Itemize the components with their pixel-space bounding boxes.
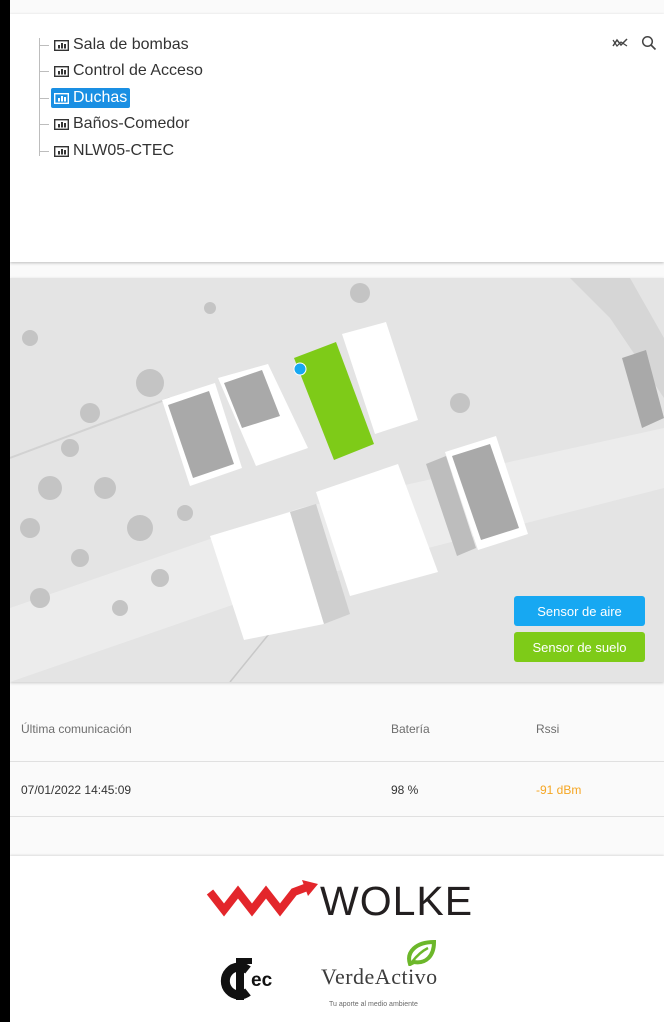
tree-branch [40, 123, 49, 125]
device-icon [54, 118, 69, 130]
wolke-wordmark: WOLKE [320, 878, 474, 924]
tree-item-label: Control de Acceso [73, 62, 203, 79]
device-icon [54, 65, 69, 77]
tree-branch [40, 150, 49, 152]
tree-item-control-de-acceso[interactable]: Control de Acceso [40, 60, 206, 82]
verdeactivo-tagline: Tu aporte al medio ambiente [329, 1001, 418, 1008]
header-rssi: Rssi [536, 722, 560, 736]
tree-node[interactable]: Control de Acceso [51, 61, 206, 81]
tree-item-label: NLW05-CTEC [73, 142, 175, 159]
tree-item-nlw05-ctec[interactable]: NLW05-CTEC [40, 140, 177, 162]
tree-node-selected[interactable]: Duchas [51, 88, 131, 108]
sensor-marker [293, 362, 307, 376]
device-icon [54, 145, 69, 157]
device-icon [54, 39, 69, 51]
device-icon [54, 92, 69, 104]
search-icon[interactable] [640, 34, 658, 52]
device-status-table: Última comunicación Batería Rssi 07/01/2… [10, 690, 664, 848]
footer-logos: WOLKE ec VerdeActivo Tu aporte al medio … [10, 856, 664, 1022]
ctec-wordmark: ec [251, 970, 273, 991]
tree-node[interactable]: Baños-Comedor [51, 114, 193, 134]
tree-branch [40, 44, 49, 46]
tree-item-banos-comedor[interactable]: Baños-Comedor [40, 113, 193, 135]
site-map[interactable]: Sensor de aire Sensor de suelo [10, 278, 664, 682]
sensor-air-button[interactable]: Sensor de aire [514, 596, 645, 626]
tree-branch [40, 97, 49, 99]
verdeactivo-wordmark: VerdeActivo [321, 964, 438, 989]
verdeactivo-leaf-icon [407, 940, 437, 966]
tree-branch [40, 70, 49, 72]
table-row: 07/01/2022 14:45:09 98 % -91 dBm [10, 762, 664, 817]
tree-item-sala-de-bombas[interactable]: Sala de bombas [40, 34, 192, 56]
table-header-row: Última comunicación Batería Rssi [10, 690, 664, 762]
tree-item-label: Sala de bombas [73, 36, 189, 53]
ctec-logo [220, 958, 252, 1000]
cell-rssi: -91 dBm [536, 783, 582, 797]
cell-battery: 98 % [391, 783, 419, 797]
tree-node[interactable]: Sala de bombas [51, 35, 192, 55]
header-last-communication: Última comunicación [21, 722, 132, 736]
tree-item-duchas[interactable]: Duchas [40, 87, 131, 109]
device-tree-panel: Sala de bombas Control de Acceso Duchas … [10, 14, 664, 262]
app-frame: Sala de bombas Control de Acceso Duchas … [10, 0, 664, 1022]
tree-node[interactable]: NLW05-CTEC [51, 141, 177, 161]
wolke-logo [206, 880, 318, 917]
chart-trend-icon[interactable] [611, 34, 629, 52]
cell-last-communication: 07/01/2022 14:45:09 [21, 783, 132, 797]
tree-item-label: Baños-Comedor [73, 115, 190, 132]
header-battery: Batería [391, 722, 430, 736]
sensor-soil-button[interactable]: Sensor de suelo [514, 632, 645, 662]
tree-item-label: Duchas [73, 89, 128, 106]
